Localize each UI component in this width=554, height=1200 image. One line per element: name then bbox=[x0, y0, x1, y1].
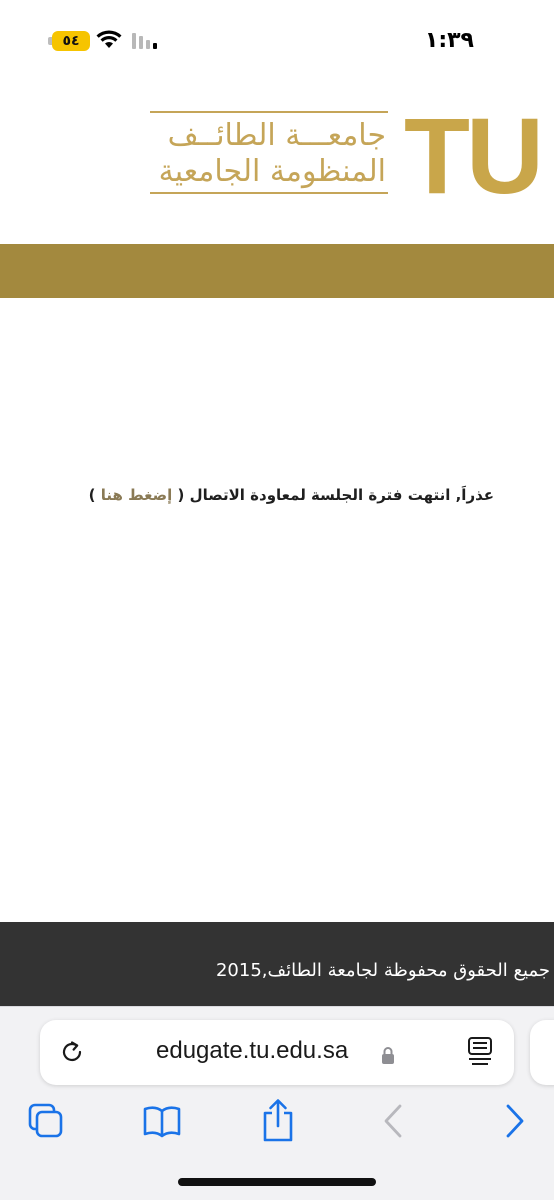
reload-icon[interactable] bbox=[58, 1038, 86, 1066]
back-arrow-icon[interactable] bbox=[374, 1101, 414, 1141]
logo-arabic-line2: المنظومة الجامعية bbox=[158, 154, 386, 189]
forward-arrow-icon[interactable] bbox=[494, 1101, 534, 1141]
logo-arabic-block: جامعـــة الطائــف المنظومة الجامعية bbox=[150, 108, 388, 198]
share-icon[interactable] bbox=[258, 1097, 298, 1143]
session-expired-message: عذراَ, انتهت فترة الجلسة لمعاودة الاتصال… bbox=[54, 486, 494, 504]
logo-rule-bottom bbox=[150, 192, 388, 194]
home-indicator[interactable] bbox=[178, 1178, 376, 1186]
status-time: ١:٣٩ bbox=[424, 28, 474, 53]
header-band bbox=[0, 244, 554, 298]
url-text[interactable]: edugate.tu.edu.sa bbox=[156, 1037, 348, 1065]
logo-arabic-line1: جامعـــة الطائــف bbox=[167, 118, 386, 153]
logo-rule-top bbox=[150, 111, 388, 113]
bookmarks-icon[interactable] bbox=[142, 1101, 182, 1141]
reconnect-link[interactable]: إضغط هنا bbox=[101, 486, 173, 504]
message-text: عذراَ, انتهت فترة الجلسة لمعاودة الاتصال… bbox=[177, 486, 495, 504]
next-tab-peek[interactable] bbox=[530, 1020, 554, 1085]
reader-mode-icon[interactable] bbox=[466, 1036, 494, 1068]
message-closing: ) bbox=[88, 486, 96, 504]
lock-icon bbox=[382, 1047, 394, 1064]
copyright-text: جميع الحقوق محفوظة لجامعة الطائف,2015 bbox=[215, 960, 550, 981]
cellular-signal-icon bbox=[132, 33, 157, 49]
status-bar: ٥٤ ١:٣٩ bbox=[0, 0, 554, 80]
tabs-icon[interactable] bbox=[26, 1101, 66, 1141]
browser-toolbar: edugate.tu.edu.sa bbox=[0, 1006, 554, 1200]
page-footer: جميع الحقوق محفوظة لجامعة الطائف,2015 bbox=[0, 922, 554, 1008]
battery-level: ٥٤ bbox=[52, 31, 90, 51]
university-logo: جامعـــة الطائــف المنظومة الجامعية TU bbox=[150, 95, 554, 216]
wifi-icon bbox=[96, 30, 122, 48]
address-bar[interactable]: edugate.tu.edu.sa bbox=[40, 1020, 514, 1085]
logo-mark: TU bbox=[404, 95, 544, 216]
battery-indicator: ٥٤ bbox=[48, 31, 90, 51]
